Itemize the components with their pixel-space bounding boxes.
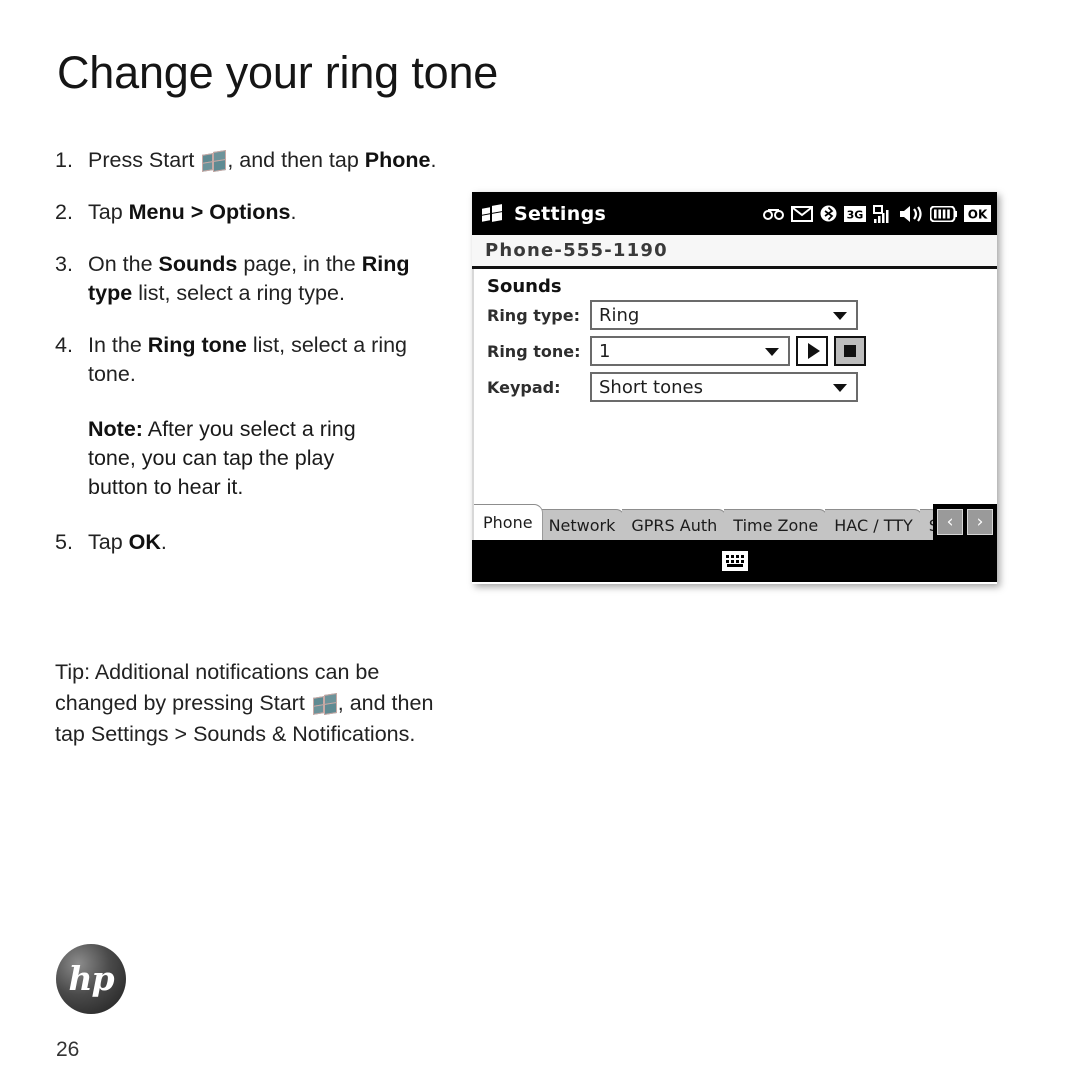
step-text: Press Start , and then tap Phone. [88, 148, 437, 173]
tab-hac-tty[interactable]: HAC / TTY [825, 509, 923, 540]
hp-logo-text: hp [68, 958, 114, 998]
step-number: 3. [55, 252, 73, 276]
step-text: Tap OK. [88, 530, 167, 554]
stop-button[interactable] [834, 336, 866, 366]
keyboard-icon[interactable] [721, 551, 748, 571]
keypad-label: Keypad: [487, 377, 561, 397]
speaker-icon[interactable] [899, 205, 923, 223]
bluetooth-icon[interactable] [820, 205, 837, 222]
tab-label: Time Zone [733, 515, 819, 535]
list-item: 4. In the Ring tone list, select a ring … [55, 331, 455, 389]
ok-button-icon[interactable]: OK [964, 205, 991, 222]
status-icon-tray: 3G OK [763, 204, 991, 223]
tab-prev-button[interactable]: ‹ [937, 509, 963, 535]
note-block: Note: After you select a ring tone, you … [88, 415, 378, 502]
network-3g-icon[interactable]: 3G [844, 205, 866, 222]
keypad-dropdown[interactable]: Short tones [590, 372, 858, 402]
signal-strength-icon[interactable] [873, 204, 892, 223]
step-number: 4. [55, 333, 73, 357]
message-icon[interactable] [791, 205, 813, 222]
tab-phone[interactable]: Phone [474, 504, 543, 540]
step-text: On the Sounds page, in the Ring type lis… [88, 252, 410, 305]
step-number: 2. [55, 200, 73, 224]
note-text: Note: After you select a ring tone, you … [88, 417, 356, 499]
ring-type-label: Ring type: [487, 305, 580, 325]
hp-logo: hp [56, 944, 126, 1014]
play-button[interactable] [796, 336, 828, 366]
list-item: 3. On the Sounds page, in the Ring type … [55, 250, 455, 308]
stop-icon [844, 345, 856, 357]
tab-label: HAC / TTY [834, 515, 913, 535]
svg-text:3G: 3G [847, 208, 864, 221]
settings-form: Sounds Ring type: Ring Ring tone: 1 Keyp… [472, 269, 997, 504]
chevron-down-icon [833, 384, 847, 392]
tab-next-button[interactable]: › [967, 509, 993, 535]
tab-label: GPRS Auth [631, 515, 718, 535]
windows-start-icon [312, 692, 337, 716]
step-number: 1. [55, 148, 73, 172]
section-header: Sounds [487, 276, 562, 297]
tab-label: Phone [483, 513, 533, 532]
voicemail-icon[interactable] [763, 208, 784, 220]
list-item: 2. Tap Menu > Options. [55, 198, 455, 227]
ring-tone-dropdown[interactable]: 1 [590, 336, 790, 366]
tab-scroll-controls: ‹ › [933, 504, 997, 540]
step-text: Tap Menu > Options. [88, 200, 297, 224]
windows-flag-icon[interactable] [482, 204, 503, 222]
tab-time-zone[interactable]: Time Zone [724, 509, 829, 540]
page-number: 26 [56, 1038, 80, 1061]
chevron-down-icon [765, 348, 779, 356]
tab-bar: Phone Network GPRS Auth Time Zone HAC / … [472, 504, 997, 540]
sip-bar [472, 540, 997, 582]
form-row-keypad: Keypad: Short tones [487, 372, 997, 402]
chevron-down-icon [833, 312, 847, 320]
device-screenshot: Settings 3G OK Phone-555-1190 Sounds Rin… [472, 192, 997, 584]
list-item: 1. Press Start , and then tap Phone. [55, 146, 455, 175]
tip-block: Tip: Additional notifications can be cha… [55, 657, 445, 750]
step-text: In the Ring tone list, select a ring ton… [88, 333, 408, 386]
device-title: Settings [514, 202, 607, 225]
ring-tone-value: 1 [599, 340, 611, 362]
battery-icon[interactable] [930, 205, 957, 222]
tab-network[interactable]: Network [539, 509, 626, 540]
play-icon [807, 343, 820, 359]
ring-tone-label: Ring tone: [487, 341, 581, 361]
tab-gprs-auth[interactable]: GPRS Auth [622, 509, 728, 540]
ring-type-value: Ring [599, 304, 640, 326]
phone-number: Phone-555-1190 [485, 240, 668, 261]
svg-text:OK: OK [968, 208, 988, 222]
instruction-list: 1. Press Start , and then tap Phone. 2. … [55, 146, 455, 580]
page-title: Change your ring tone [57, 47, 499, 98]
step-number: 5. [55, 530, 73, 554]
keypad-value: Short tones [599, 376, 703, 398]
ring-type-dropdown[interactable]: Ring [590, 300, 858, 330]
tip-text: Tip: Additional notifications can be cha… [55, 660, 434, 746]
form-row-ring-tone: Ring tone: 1 [487, 336, 997, 366]
windows-start-icon [202, 149, 227, 173]
form-row-ring-type: Ring type: Ring [487, 300, 997, 330]
phone-number-band: Phone-555-1190 [472, 235, 997, 269]
device-title-bar: Settings 3G OK [472, 192, 997, 235]
list-item: 5. Tap OK. [55, 528, 455, 557]
tab-label: Network [548, 515, 616, 535]
